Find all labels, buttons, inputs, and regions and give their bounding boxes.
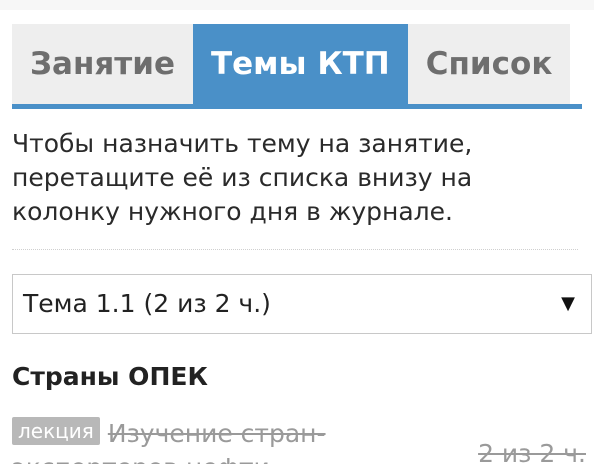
ktp-topics-panel: Занятие Темы КТП Список Чтобы назначить … xyxy=(0,0,594,464)
section-title: Страны ОПЕК xyxy=(12,362,208,391)
instructions-text: Чтобы назначить тему на занятие, перетащ… xyxy=(12,127,578,250)
topic-item[interactable]: лекцияИзучение стран-экспортеров нефти 2… xyxy=(12,417,592,464)
topic-select-value: Тема 1.1 (2 из 2 ч.) xyxy=(23,289,271,318)
tab-bar: Занятие Темы КТП Список xyxy=(12,24,582,109)
tab-list[interactable]: Список xyxy=(407,24,571,104)
topic-select[interactable]: Тема 1.1 (2 из 2 ч.) ▼ xyxy=(12,274,592,334)
tab-ktp-topics[interactable]: Темы КТП xyxy=(192,24,408,104)
topic-item-text: лекцияИзучение стран-экспортеров нефти xyxy=(12,417,392,464)
topic-item-hours: 2 из 2 ч. xyxy=(478,439,586,464)
tab-lesson[interactable]: Занятие xyxy=(12,24,193,104)
chevron-down-icon: ▼ xyxy=(561,293,575,314)
top-strip xyxy=(0,0,594,10)
lesson-type-badge: лекция xyxy=(12,417,100,445)
